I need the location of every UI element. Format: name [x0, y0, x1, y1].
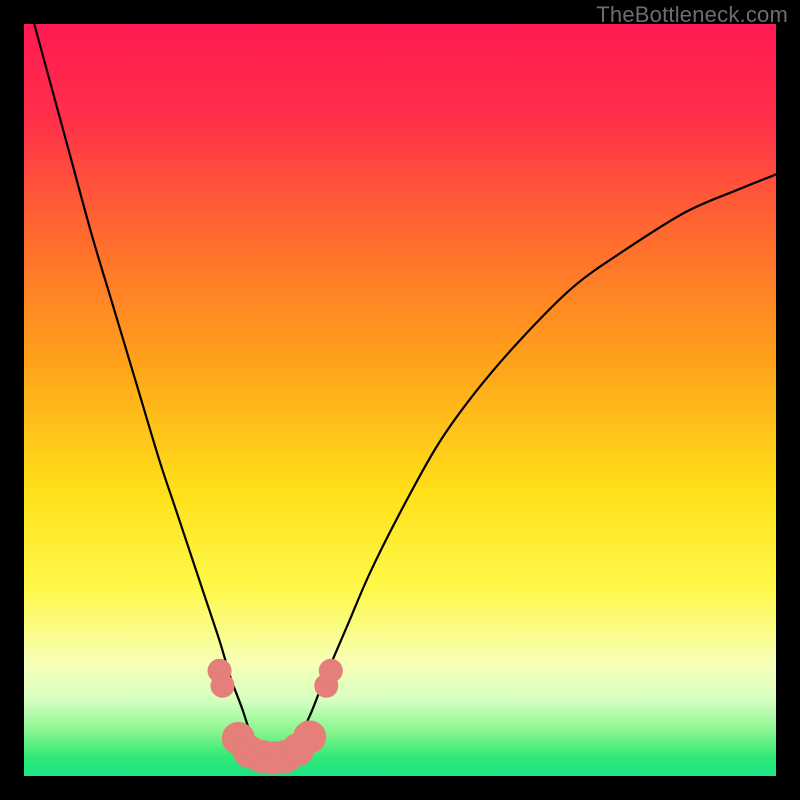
bead-marker [319, 659, 343, 683]
chart-frame: TheBottleneck.com [0, 0, 800, 800]
plot-area [24, 24, 776, 776]
gradient-background [24, 24, 776, 776]
bead-marker [293, 720, 326, 753]
chart-svg [24, 24, 776, 776]
bead-marker [210, 674, 234, 698]
